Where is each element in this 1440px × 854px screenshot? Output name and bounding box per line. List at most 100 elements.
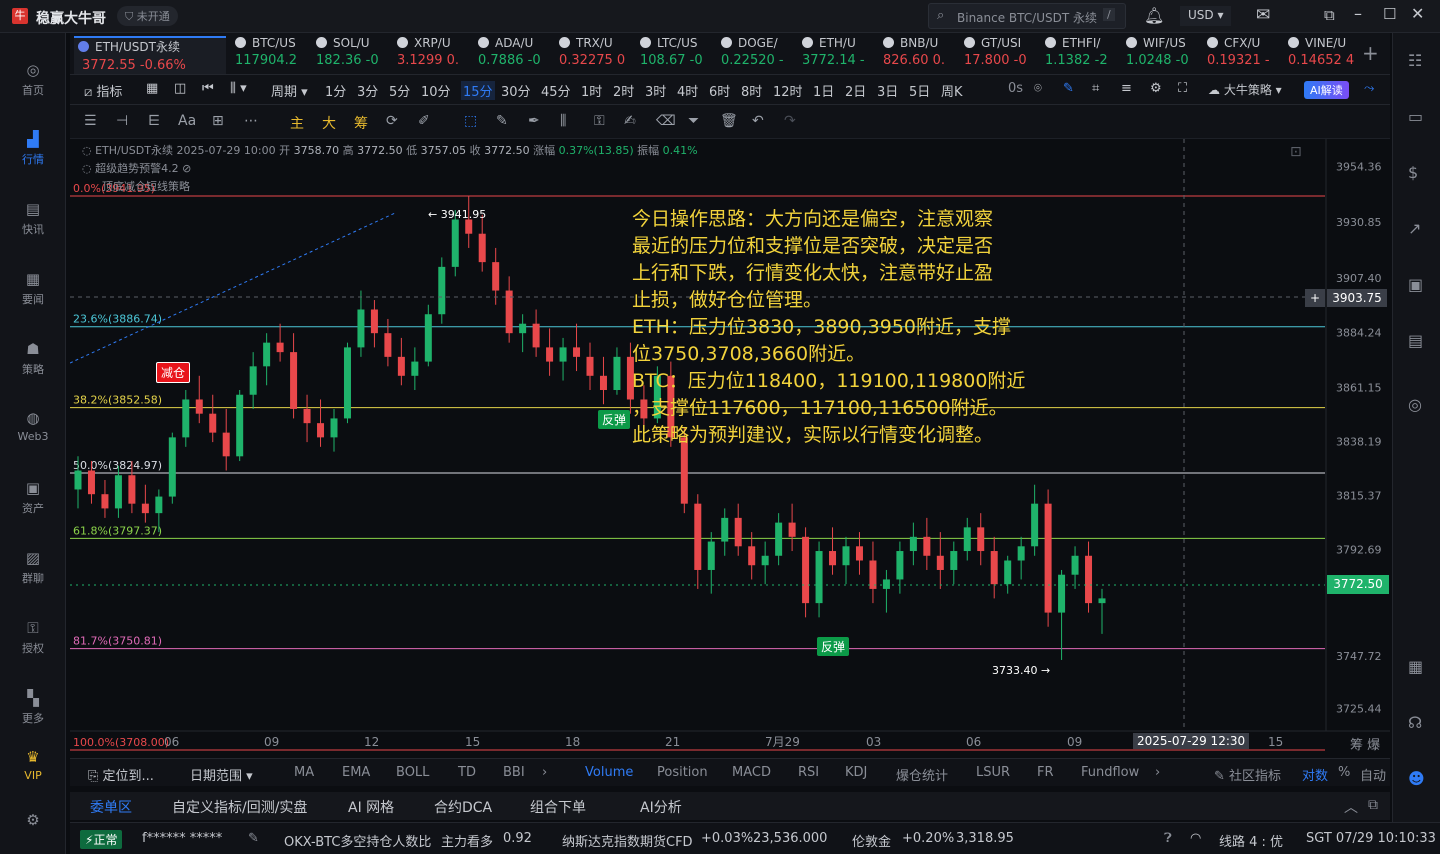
camera-icon[interactable]: ⌾	[1034, 81, 1042, 96]
crop-icon[interactable]: ⌗	[1092, 81, 1099, 96]
draw-tool-chips[interactable]: 筹	[354, 113, 368, 133]
strategy-select[interactable]: ☁ 大牛策略 ▾	[1208, 81, 1282, 98]
filter-icon[interactable]: ⏷	[688, 113, 699, 129]
tab-liquidation[interactable]: 爆仓统计	[896, 765, 948, 784]
nav-vip[interactable]: ♛ VIP	[0, 748, 66, 782]
timeframe-2[interactable]: 5分	[389, 81, 410, 100]
maximize-icon[interactable]: ☐	[1383, 5, 1396, 23]
card-icon[interactable]: ▤	[1408, 331, 1423, 350]
chart-expand-icon[interactable]: ⊡	[1290, 144, 1302, 160]
nav-more[interactable]: ▚ 更多	[0, 689, 66, 726]
tab-td[interactable]: TD	[458, 765, 476, 780]
nav-group-chat[interactable]: ▨ 群聊	[0, 549, 66, 586]
tab-bbi[interactable]: BBI	[503, 765, 525, 780]
timeframe-10[interactable]: 4时	[677, 81, 698, 100]
chevron-right-icon[interactable]: ›	[542, 765, 547, 780]
menu-icon[interactable]: ☰	[84, 113, 97, 129]
timeframe-6[interactable]: 45分	[541, 81, 571, 100]
tab-fr[interactable]: FR	[1037, 765, 1054, 780]
community-indicator-button[interactable]: ✎ 社区指标	[1214, 765, 1281, 784]
tab-lsur[interactable]: LSUR	[976, 765, 1010, 780]
brush-icon[interactable]: ✐	[418, 113, 430, 129]
marker-icon[interactable]: ✒	[528, 113, 540, 129]
panel-tab-combo[interactable]: 组合下单	[530, 797, 586, 817]
tab-boll[interactable]: BOLL	[396, 765, 429, 780]
ticker-tab[interactable]: GT/USI 17.800 -0	[960, 36, 1041, 74]
panel-tab-ai-grid[interactable]: AI 网格	[348, 797, 394, 817]
timeframe-12[interactable]: 8时	[741, 81, 762, 100]
multi-line-icon[interactable]: ⋿	[148, 113, 160, 129]
refresh-icon[interactable]: ⟳	[386, 113, 398, 129]
monitor-icon[interactable]: ▣	[1408, 275, 1423, 294]
select-icon[interactable]: ⬚	[464, 113, 477, 129]
chart-type-icon[interactable]: ⫼ ▾	[230, 81, 247, 96]
bell-icon[interactable]: 🔔︎	[1144, 6, 1164, 25]
tab-rsi[interactable]: RSI	[798, 765, 819, 780]
draw-tool-main[interactable]: 主	[290, 113, 304, 133]
ticker-tab[interactable]: XRP/U 3.1299 0.	[393, 36, 474, 74]
nav-market[interactable]: ▟ 行情	[0, 130, 66, 167]
nav-strategy[interactable]: ☗ 策略	[0, 340, 66, 377]
panel-tab-orders[interactable]: 委单区	[90, 797, 132, 817]
nav-flash-news[interactable]: ▤ 快讯	[0, 200, 66, 237]
tab-volume[interactable]: Volume	[585, 765, 633, 780]
document-icon[interactable]: ▭	[1408, 107, 1423, 126]
ticker-tab[interactable]: BNB/U 826.60 0.	[879, 36, 960, 74]
pencil-icon[interactable]: ✎	[496, 113, 508, 129]
add-ticker-icon[interactable]: +	[1362, 41, 1379, 65]
draw-tool-big[interactable]: 大	[322, 113, 336, 133]
tab-macd[interactable]: MACD	[732, 765, 771, 780]
timeframe-3[interactable]: 10分	[421, 81, 451, 100]
chevron-up-icon[interactable]: ︿	[1344, 797, 1358, 817]
ticker-tab[interactable]: ETH/USDT永续 3772.55 -0.66%	[74, 36, 226, 74]
more-icon[interactable]: ⋯	[244, 113, 258, 129]
calendar-icon[interactable]: ▦	[146, 81, 158, 96]
ticker-tab[interactable]: CFX/U 0.19321 -	[1203, 36, 1284, 74]
indicator-button[interactable]: ⧄ 指标	[84, 81, 122, 100]
candle-tool-icon[interactable]: ⫼	[560, 113, 566, 129]
dollar-icon[interactable]: $	[1408, 163, 1418, 182]
ticker-tab[interactable]: SOL/U 182.36 -0	[312, 36, 393, 74]
assistant-icon[interactable]: ☻	[1408, 769, 1425, 788]
panel-tab-ai-analysis[interactable]: AI分析	[640, 797, 682, 817]
mail-icon[interactable]: ✉	[1256, 5, 1270, 25]
lock-icon[interactable]: ⚿	[594, 113, 605, 129]
ticker-tab[interactable]: BTC/US 117904.2	[231, 36, 312, 74]
nav-home[interactable]: ◎ 首页	[0, 61, 66, 98]
redo-icon[interactable]: ↷	[784, 113, 796, 129]
line-status[interactable]: 线路 4 : 优	[1219, 831, 1283, 850]
ticker-tab[interactable]: VINE/U 0.14652 4	[1284, 36, 1365, 74]
nav-web3[interactable]: ◍ Web3	[0, 409, 66, 443]
tab-kdj[interactable]: KDJ	[845, 765, 867, 780]
timeframe-0[interactable]: 1分	[325, 81, 346, 100]
global-search[interactable]: ⌕ Binance BTC/USDT 永续 /	[928, 3, 1126, 29]
timeframe-8[interactable]: 2时	[613, 81, 634, 100]
nav-headlines[interactable]: ▦ 要闻	[0, 270, 66, 307]
headset-icon[interactable]: ☊	[1408, 713, 1422, 732]
fullscreen-icon[interactable]: ⛶	[1178, 81, 1187, 96]
tab-ma[interactable]: MA	[294, 765, 314, 780]
nav-assets[interactable]: ▣ 资产	[0, 479, 66, 516]
layout-panel-icon[interactable]: ▦	[1408, 657, 1423, 676]
pen-icon[interactable]: ✎	[1063, 81, 1074, 96]
layout-icon[interactable]: ◫	[174, 81, 186, 96]
date-range-button[interactable]: 日期范围 ▾	[190, 765, 253, 784]
legend-toggle-icon[interactable]: ◌	[82, 162, 95, 175]
timeframe-4[interactable]: 15分	[461, 81, 495, 100]
percent-scale-toggle[interactable]: %	[1338, 765, 1350, 780]
list-icon[interactable]: ≡	[1121, 81, 1132, 96]
watchlist-icon[interactable]: ☷	[1408, 51, 1422, 70]
timeframe-11[interactable]: 6时	[709, 81, 730, 100]
tab-position[interactable]: Position	[657, 765, 708, 780]
timeframe-16[interactable]: 3日	[877, 81, 898, 100]
window-layout-icon[interactable]: ⧉	[1324, 6, 1335, 24]
timeframe-15[interactable]: 2日	[845, 81, 866, 100]
tab-fundflow[interactable]: Fundflow	[1081, 765, 1139, 780]
edit-icon[interactable]: ✎	[248, 831, 259, 846]
timeframe-5[interactable]: 30分	[501, 81, 531, 100]
tab-ema[interactable]: EMA	[342, 765, 370, 780]
ticker-tab[interactable]: ETHFI/1.1382 -2	[1041, 36, 1122, 74]
panel-tab-custom[interactable]: 自定义指标/回测/实盘	[172, 797, 307, 817]
close-icon[interactable]: ✕	[1411, 4, 1424, 23]
locate-button[interactable]: ⎘ 定位到...	[88, 765, 154, 784]
